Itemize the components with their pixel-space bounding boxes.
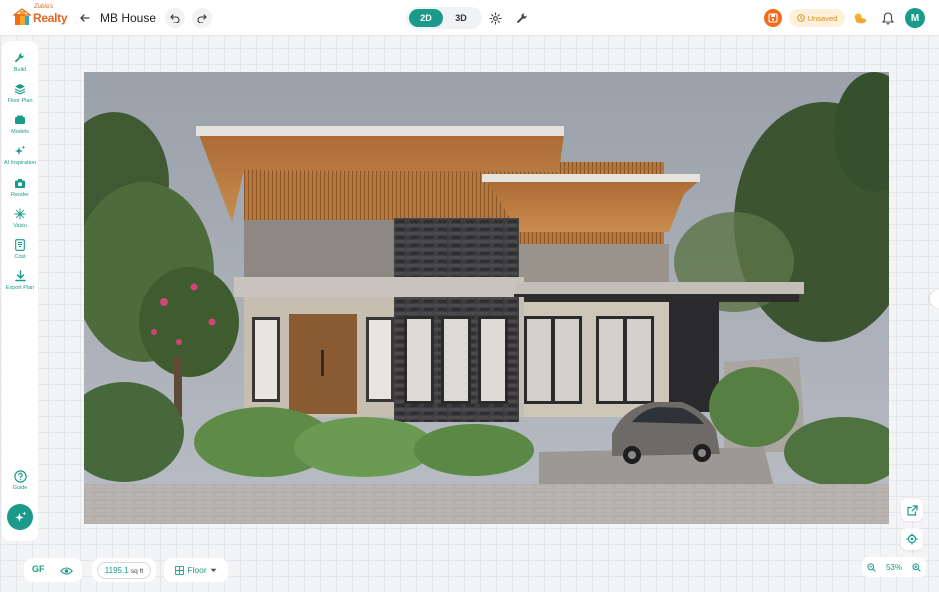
wrench-icon <box>516 12 527 23</box>
area-display: 1195.1 sq ft <box>92 558 156 582</box>
sidebar-item-label: Render <box>10 192 30 198</box>
house-logo-icon <box>13 8 31 25</box>
sidebar-item-guide[interactable]: Guide <box>2 469 38 491</box>
sparkles-icon <box>14 511 26 522</box>
save-button[interactable] <box>764 9 782 27</box>
area-unit: sq ft <box>130 567 144 575</box>
ai-assistant-button[interactable] <box>7 504 33 530</box>
notifications-button[interactable] <box>880 10 896 26</box>
left-sidebar: Build Floor Plan Models AI Inspiration R… <box>2 41 38 541</box>
redo-button[interactable] <box>192 8 212 28</box>
view-3d-button[interactable]: 3D <box>444 9 478 27</box>
sidebar-item-render[interactable]: Render <box>2 176 38 198</box>
house-render-graphic <box>84 72 889 524</box>
external-link-icon <box>906 504 918 516</box>
camera-icon <box>15 178 25 188</box>
gear-icon <box>488 11 502 25</box>
logo-small-text: Zubla's <box>34 4 54 10</box>
sidebar-item-floor-plan[interactable]: Floor Plan <box>2 82 38 104</box>
recenter-button[interactable] <box>901 528 923 550</box>
floor-select-label: Floor <box>187 565 207 575</box>
arrow-left-icon <box>80 14 90 22</box>
bell-icon <box>882 11 894 25</box>
save-status-text: Unsaved <box>807 13 838 23</box>
eye-icon <box>60 567 73 575</box>
weather-button[interactable] <box>852 10 868 26</box>
redo-icon <box>197 14 207 23</box>
back-button[interactable] <box>76 9 94 27</box>
chevron-down-icon <box>210 568 217 572</box>
help-icon <box>13 469 27 483</box>
compass-icon <box>14 208 26 220</box>
sidebar-item-label: AI Inspiration <box>3 160 37 166</box>
sidebar-item-label: Build <box>13 67 27 73</box>
sidebar-item-build[interactable]: Build <box>2 51 38 73</box>
sidebar-item-models[interactable]: Models <box>2 113 38 135</box>
undo-icon <box>170 14 180 23</box>
settings-button[interactable] <box>487 10 503 26</box>
area-pill: 1195.1 sq ft <box>96 561 152 579</box>
layers-icon <box>14 84 26 95</box>
models-icon <box>15 115 25 124</box>
sidebar-item-label: Vastu <box>13 223 27 229</box>
undo-button[interactable] <box>165 8 185 28</box>
download-icon <box>14 270 26 282</box>
sidebar-item-label: Floor Plan <box>7 98 33 104</box>
floor-level-group: GF <box>24 558 82 582</box>
zoom-control: 53% <box>862 557 926 577</box>
open-external-button[interactable] <box>901 499 923 521</box>
view-mode-toggle: 2D 3D <box>406 7 482 29</box>
zoom-level: 53% <box>885 562 902 572</box>
sidebar-item-label: Models <box>11 129 29 135</box>
sidebar-item-label: Guide <box>12 485 28 491</box>
floor-select-dropdown[interactable]: Floor <box>164 558 228 582</box>
wrench-icon <box>15 53 24 63</box>
sidebar-item-label: Cost <box>14 254 26 260</box>
sidebar-item-ai-inspiration[interactable]: AI Inspiration <box>2 144 38 166</box>
top-bar: Zubla's Realty MB House 2D 3D Unsaved M <box>0 0 939 36</box>
sun-cloud-icon <box>854 13 867 24</box>
sidebar-item-export-plan[interactable]: Export Plan <box>2 269 38 291</box>
zoom-out-icon[interactable] <box>867 562 876 572</box>
cost-icon <box>15 239 25 251</box>
house-render-image <box>84 72 889 524</box>
project-title[interactable]: MB House <box>100 11 156 25</box>
save-icon <box>768 13 778 23</box>
save-status-badge: Unsaved <box>789 9 845 27</box>
logo-text: Realty <box>33 11 68 25</box>
right-panel-handle[interactable] <box>930 290 939 308</box>
brand-logo[interactable]: Zubla's Realty <box>13 4 69 30</box>
clock-icon <box>796 14 805 22</box>
floor-grid-icon <box>175 565 185 575</box>
sidebar-item-vastu[interactable]: Vastu <box>2 207 38 229</box>
user-avatar[interactable]: M <box>905 8 925 28</box>
tools-button[interactable] <box>514 10 530 26</box>
sparkles-icon <box>15 145 26 155</box>
crosshair-icon <box>906 533 918 545</box>
view-2d-button[interactable]: 2D <box>409 9 443 27</box>
area-value: 1195.1 <box>104 565 129 575</box>
floor-level-button[interactable]: GF <box>32 564 45 574</box>
zoom-in-icon[interactable] <box>912 562 921 572</box>
sidebar-item-label: Export Plan <box>5 285 35 291</box>
visibility-toggle[interactable] <box>60 563 73 581</box>
sidebar-item-cost[interactable]: Cost <box>2 238 38 260</box>
